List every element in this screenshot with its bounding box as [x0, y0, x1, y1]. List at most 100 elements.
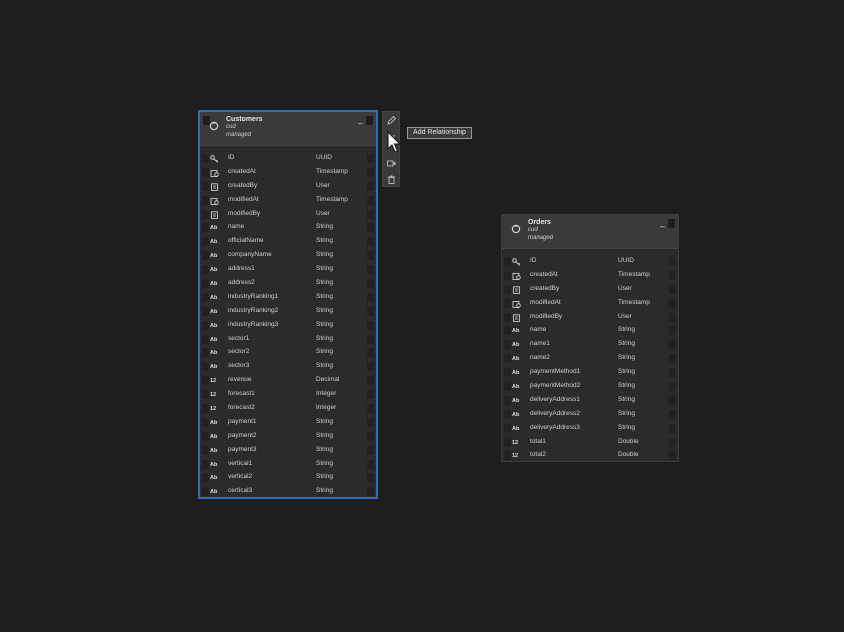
field-handle[interactable]: [202, 459, 209, 469]
field-handle[interactable]: [202, 251, 209, 261]
field-handle[interactable]: [202, 195, 209, 205]
field-row-paymentMethod1[interactable]: Ab paymentMethod1 String: [502, 366, 678, 380]
field-row-payment2[interactable]: Ab payment2 String: [200, 430, 376, 444]
field-handle[interactable]: [367, 404, 374, 414]
field-handle[interactable]: [669, 451, 676, 461]
field-row-name2[interactable]: Ab name2 String: [502, 352, 678, 366]
field-handle[interactable]: [202, 320, 209, 330]
field-handle[interactable]: [504, 409, 511, 419]
field-handle[interactable]: [367, 320, 374, 330]
field-handle[interactable]: [504, 284, 511, 294]
field-row-createdAt[interactable]: createdAt Timestamp: [502, 269, 678, 283]
field-handle[interactable]: [504, 451, 511, 461]
field-handle[interactable]: [367, 390, 374, 400]
field-handle[interactable]: [367, 209, 374, 219]
field-handle[interactable]: [504, 382, 511, 392]
field-handle[interactable]: [504, 257, 511, 266]
field-handle[interactable]: [202, 237, 209, 247]
field-row-vertical1[interactable]: Ab vertical1 String: [200, 458, 376, 472]
field-handle[interactable]: [504, 423, 511, 433]
field-handle[interactable]: [367, 417, 374, 427]
entity-header[interactable]: Customers cud managed –: [200, 112, 376, 146]
field-handle[interactable]: [202, 362, 209, 372]
field-handle[interactable]: [367, 167, 374, 177]
field-row-paymentMethod2[interactable]: Ab paymentMethod2 String: [502, 380, 678, 394]
field-handle[interactable]: [669, 284, 676, 294]
field-row-address1[interactable]: Ab address1 String: [200, 263, 376, 277]
field-handle[interactable]: [669, 395, 676, 405]
field-row-name1[interactable]: Ab name1 String: [502, 338, 678, 352]
entity-orders[interactable]: Orders cud managed – ID UUID createdAt Time…: [501, 214, 679, 462]
trash-icon[interactable]: [386, 174, 397, 185]
video-icon[interactable]: [386, 158, 397, 169]
field-handle[interactable]: [669, 368, 676, 378]
field-handle[interactable]: [367, 431, 374, 441]
field-row-companyName[interactable]: Ab companyName String: [200, 249, 376, 263]
field-handle[interactable]: [504, 326, 511, 336]
field-handle[interactable]: [367, 334, 374, 344]
field-handle[interactable]: [202, 376, 209, 386]
field-row-name[interactable]: Ab name String: [200, 221, 376, 235]
field-handle[interactable]: [367, 265, 374, 275]
field-handle[interactable]: [367, 459, 374, 469]
field-row-name[interactable]: Ab name String: [502, 324, 678, 338]
field-handle[interactable]: [202, 265, 209, 275]
entity-header[interactable]: Orders cud managed –: [502, 215, 678, 249]
field-handle[interactable]: [669, 312, 676, 322]
field-handle[interactable]: [504, 395, 511, 405]
field-handle[interactable]: [367, 279, 374, 289]
field-row-industryRanking2[interactable]: Ab industryRanking2 String: [200, 305, 376, 319]
field-row-ID[interactable]: ID UUID: [200, 152, 376, 166]
field-row-sector3[interactable]: Ab sector3 String: [200, 360, 376, 374]
field-handle[interactable]: [669, 340, 676, 350]
field-handle[interactable]: [202, 417, 209, 427]
field-handle[interactable]: [202, 404, 209, 414]
field-handle[interactable]: [202, 348, 209, 358]
field-handle[interactable]: [367, 362, 374, 372]
field-row-forecast1[interactable]: 12 forecast1 Integer: [200, 388, 376, 402]
field-row-vertical2[interactable]: Ab vertical2 String: [200, 471, 376, 485]
field-handle[interactable]: [504, 312, 511, 322]
field-handle[interactable]: [367, 181, 374, 191]
field-handle[interactable]: [669, 326, 676, 336]
field-handle[interactable]: [202, 209, 209, 219]
field-row-modifiedAt[interactable]: modifiedAt Timestamp: [200, 194, 376, 208]
field-handle[interactable]: [202, 473, 209, 483]
field-handle[interactable]: [504, 298, 511, 308]
field-row-deliveryAddress1[interactable]: Ab deliveryAddress1 String: [502, 394, 678, 408]
field-row-createdBy[interactable]: createdBy User: [502, 283, 678, 297]
field-row-forecast2[interactable]: 12 forecast2 Integer: [200, 402, 376, 416]
field-row-address2[interactable]: Ab address2 String: [200, 277, 376, 291]
field-handle[interactable]: [669, 409, 676, 419]
field-handle[interactable]: [202, 306, 209, 316]
field-handle[interactable]: [367, 292, 374, 302]
field-handle[interactable]: [202, 487, 209, 497]
field-row-sector1[interactable]: Ab sector1 String: [200, 333, 376, 347]
minimize-button[interactable]: –: [660, 221, 665, 231]
field-row-revenue[interactable]: 12 revenue Decimal: [200, 374, 376, 388]
field-handle[interactable]: [202, 334, 209, 344]
field-row-payment3[interactable]: Ab payment3 String: [200, 444, 376, 458]
field-row-createdBy[interactable]: createdBy User: [200, 180, 376, 194]
field-handle[interactable]: [202, 223, 209, 233]
field-row-total2[interactable]: 12 total2 Double: [502, 449, 678, 463]
field-handle[interactable]: [504, 340, 511, 350]
field-row-certical3[interactable]: Ab certical3 String: [200, 485, 376, 499]
field-handle[interactable]: [669, 423, 676, 433]
entity-customers[interactable]: Customers cud managed – ID UUID createdAt T…: [199, 111, 377, 498]
field-row-payment1[interactable]: Ab payment1 String: [200, 416, 376, 430]
field-row-industryRanking1[interactable]: Ab industryRanking1 String: [200, 291, 376, 305]
field-handle[interactable]: [669, 437, 676, 447]
connection-handle[interactable]: [667, 218, 676, 229]
field-handle[interactable]: [367, 348, 374, 358]
field-row-modifiedBy[interactable]: modifiedBy User: [200, 208, 376, 222]
field-handle[interactable]: [367, 195, 374, 205]
connection-handle[interactable]: [365, 115, 374, 126]
field-handle[interactable]: [504, 368, 511, 378]
field-handle[interactable]: [669, 382, 676, 392]
field-row-deliveryAddress3[interactable]: Ab deliveryAddress3 String: [502, 422, 678, 436]
field-handle[interactable]: [202, 390, 209, 400]
field-row-modifiedAt[interactable]: modifiedAt Timestamp: [502, 297, 678, 311]
field-handle[interactable]: [202, 167, 209, 177]
field-handle[interactable]: [202, 181, 209, 191]
